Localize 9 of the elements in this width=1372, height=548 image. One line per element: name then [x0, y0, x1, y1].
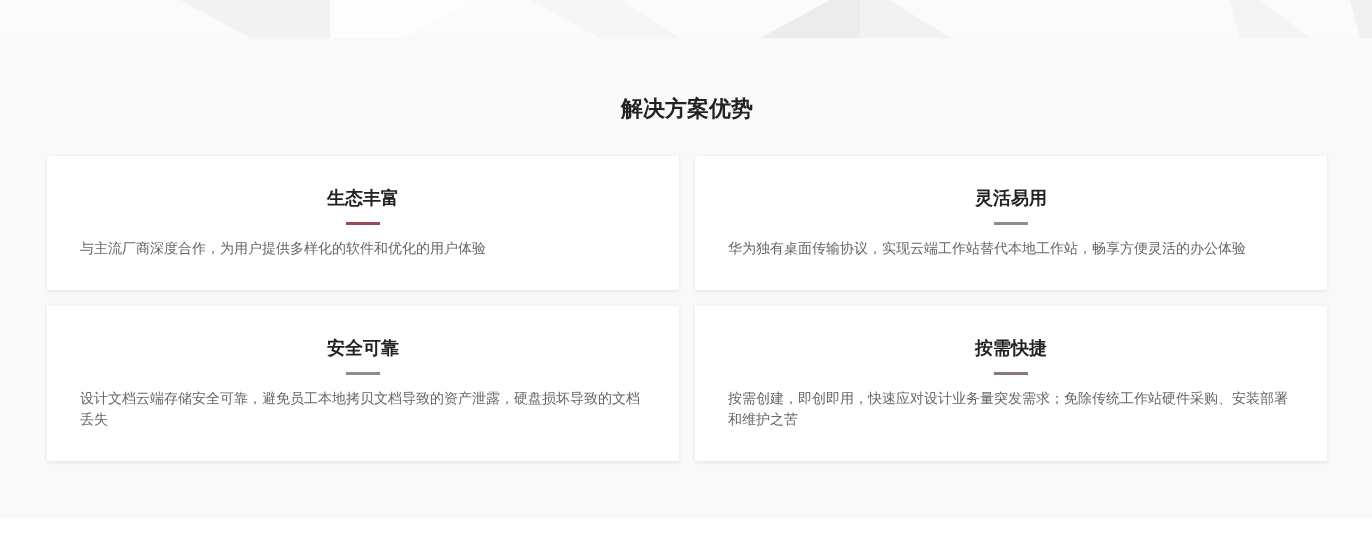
- section-title: 解决方案优势: [619, 95, 754, 123]
- card-description: 按需创建，即创即用，快速应对设计业务量突发需求；免除传统工作站硬件采购、安装部署和维护之苦: [728, 389, 1289, 429]
- card-title: 安全可靠: [327, 336, 399, 360]
- card-description: 与主流厂商深度合作，为用户提供多样化的软件和优化的用户体验: [80, 239, 487, 258]
- card-title: 生态丰富: [327, 186, 399, 210]
- card-title: 按需快捷: [975, 336, 1047, 360]
- card-title: 灵活易用: [975, 186, 1047, 210]
- card-description: 设计文档云端存储安全可靠，避免员工本地拷贝文档导致的资产泄露，硬盘损坏导致的文档丢失: [80, 389, 641, 429]
- card-description: 华为独有桌面传输协议，实现云端工作站替代本地工作站，畅享方便灵活的办公体验: [728, 239, 1247, 258]
